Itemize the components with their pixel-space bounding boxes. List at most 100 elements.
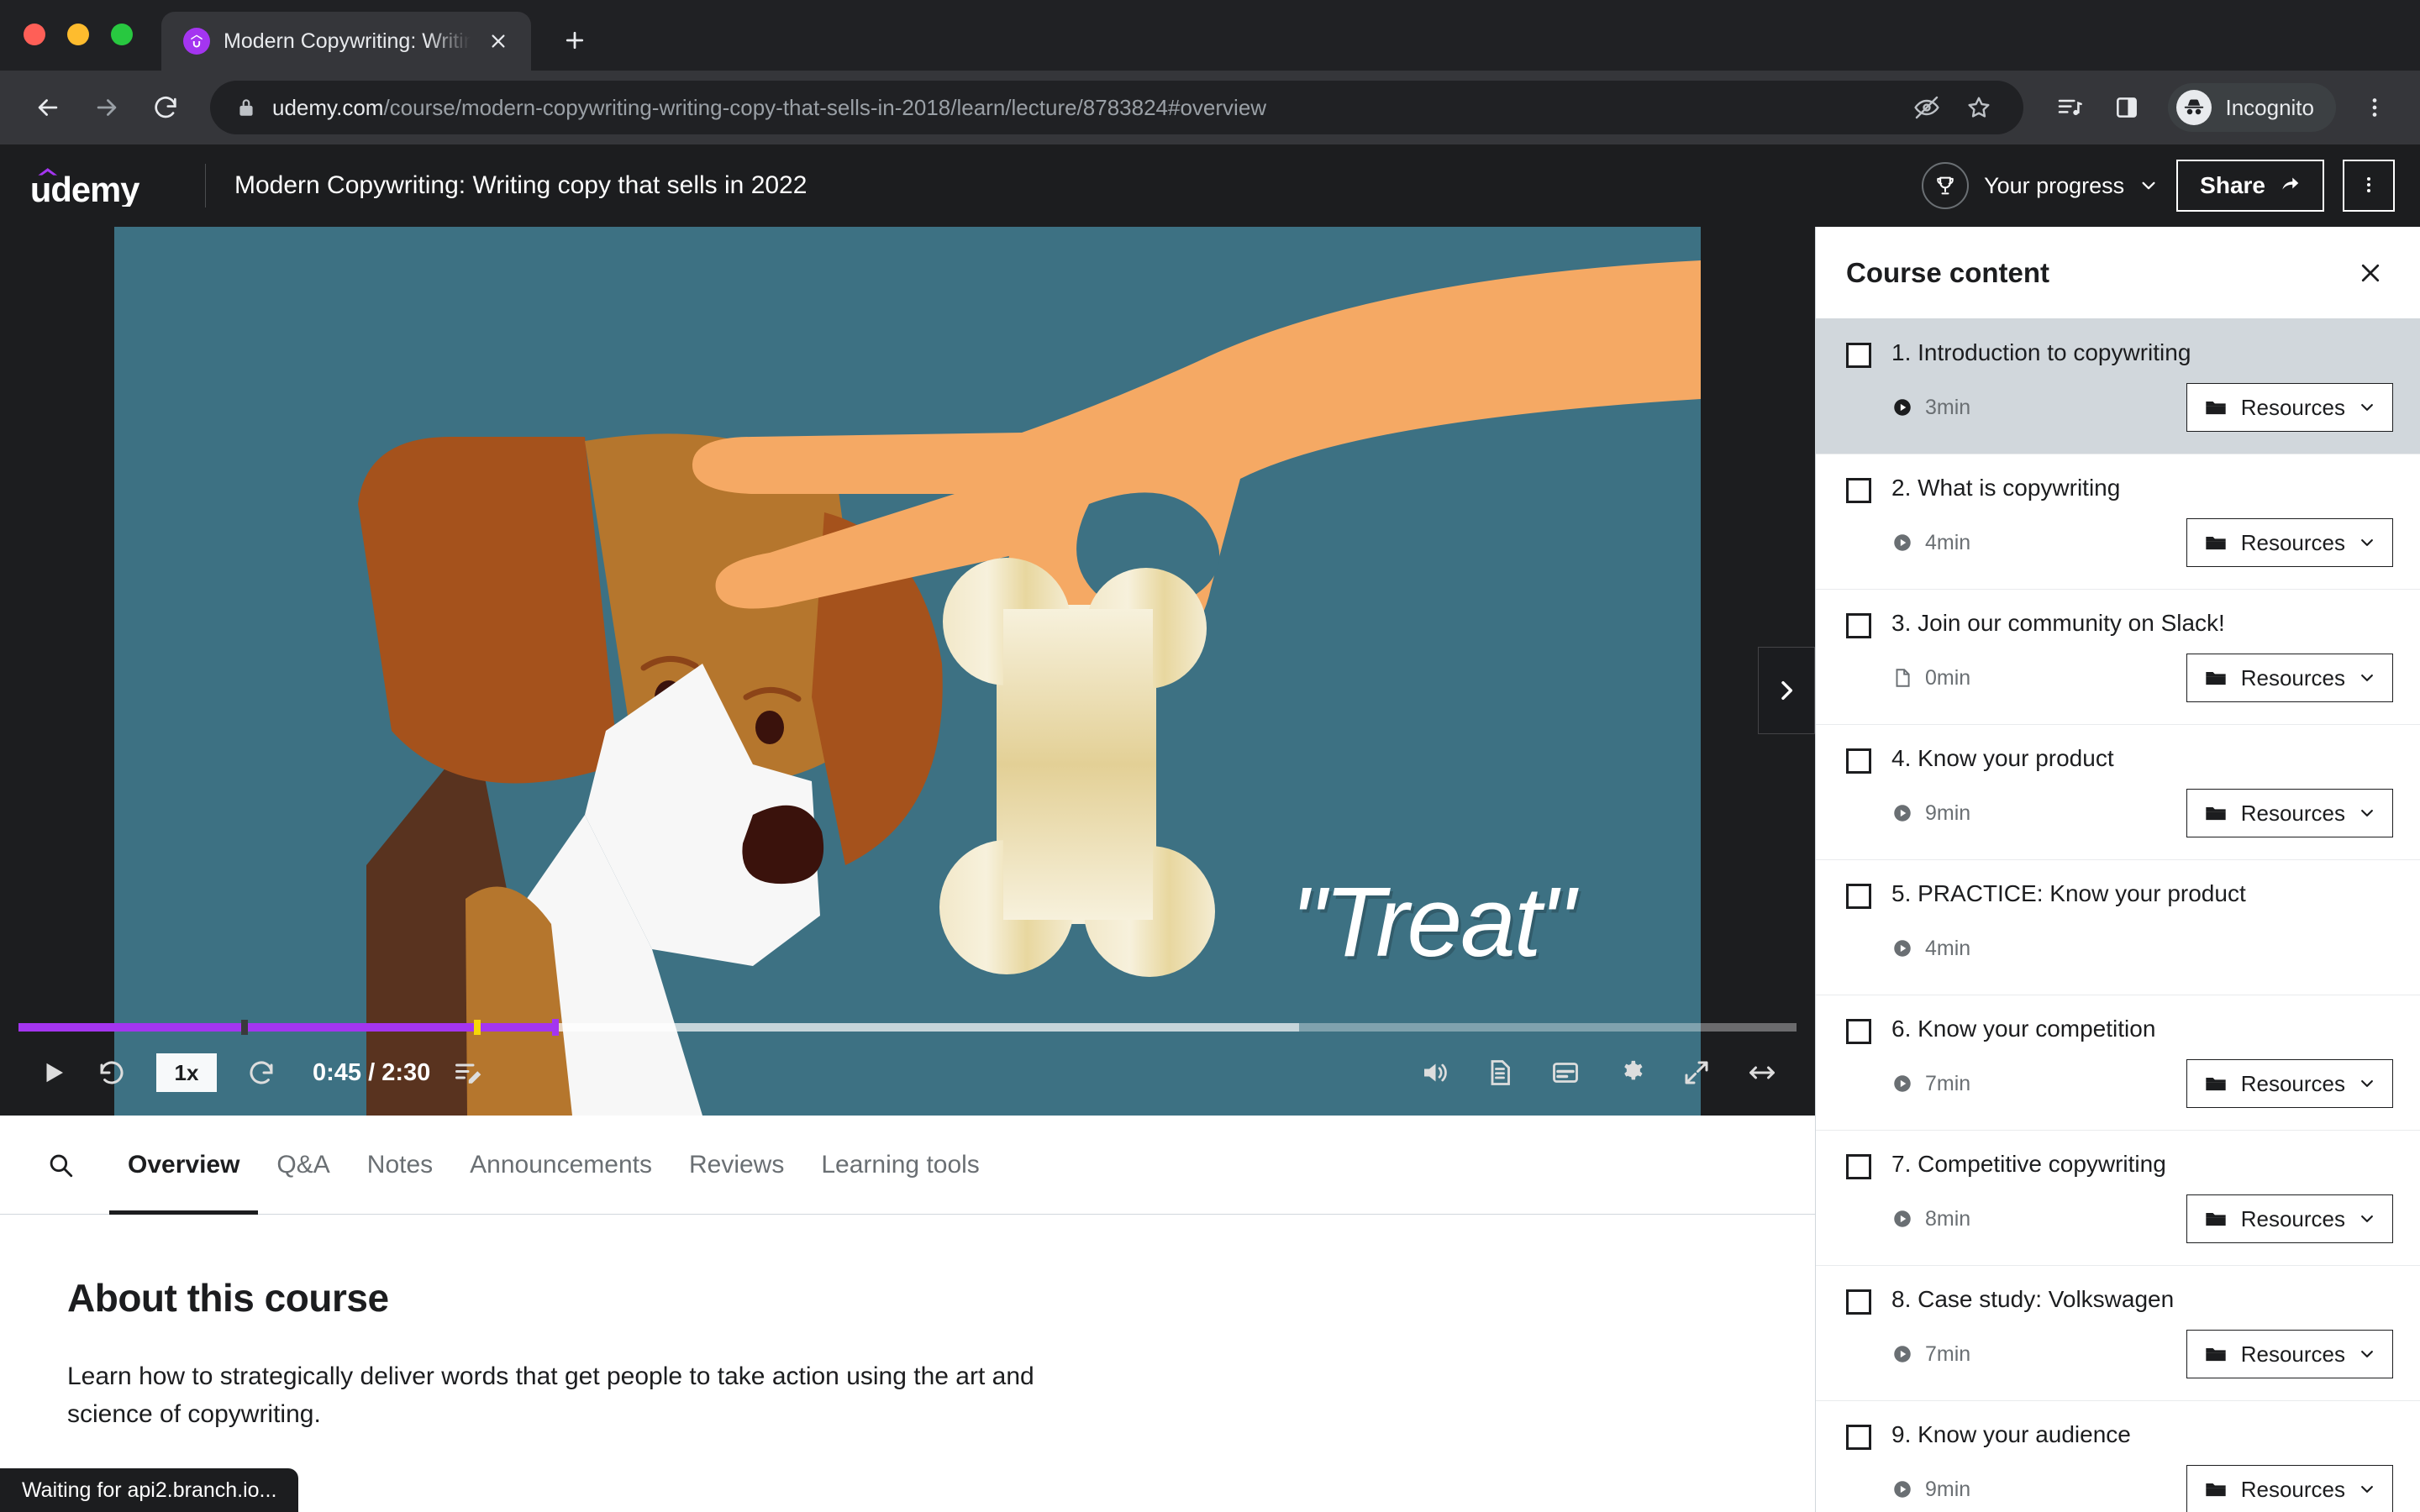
header-divider xyxy=(205,164,206,207)
address-bar[interactable]: udemy.com/course/modern-copywriting-writ… xyxy=(210,81,2024,134)
tab-notes[interactable]: Notes xyxy=(349,1116,451,1215)
close-window-button[interactable] xyxy=(24,24,45,45)
forward-icon[interactable] xyxy=(81,81,133,134)
lecture-duration-text: 7min xyxy=(1925,1341,1971,1366)
folder-icon xyxy=(2204,1207,2228,1231)
video-player[interactable]: "Treat" 1x 0:45 / 2:30 xyxy=(0,227,1815,1116)
course-content-list[interactable]: 1. Introduction to copywriting 3min Reso… xyxy=(1816,319,2420,1512)
lecture-title: 4. Know your product xyxy=(1891,745,2114,771)
lecture-duration-text: 0min xyxy=(1925,665,1971,690)
resources-button[interactable]: Resources xyxy=(2186,1194,2393,1243)
resources-button[interactable]: Resources xyxy=(2186,1059,2393,1108)
lecture-duration-text: 4min xyxy=(1925,936,1971,960)
hide-password-icon[interactable] xyxy=(1907,88,1946,127)
play-circle-icon xyxy=(1891,1208,1913,1230)
fullscreen-icon[interactable] xyxy=(1667,1043,1726,1102)
theater-mode-icon[interactable] xyxy=(1733,1043,1791,1102)
lecture-checkbox[interactable] xyxy=(1846,613,1871,638)
udemy-logo[interactable]: udemy xyxy=(29,165,180,207)
lecture-meta-row: 0min Resources xyxy=(1846,654,2393,702)
play-circle-icon xyxy=(1891,802,1913,824)
volume-icon[interactable] xyxy=(1405,1043,1464,1102)
lecture-checkbox[interactable] xyxy=(1846,1019,1871,1044)
list-item[interactable]: 2. What is copywriting 4min Resources xyxy=(1816,454,2420,590)
chrome-menu-icon[interactable] xyxy=(2351,84,2398,131)
window-traffic-lights xyxy=(24,24,161,71)
lecture-row: 9. Know your audience xyxy=(1846,1420,2393,1450)
scrubber-handle[interactable] xyxy=(551,1019,559,1036)
incognito-profile-chip[interactable]: Incognito xyxy=(2168,83,2336,132)
side-panel-icon[interactable] xyxy=(2102,83,2151,132)
video-scrubber[interactable] xyxy=(18,1019,1797,1036)
list-item[interactable]: 3. Join our community on Slack! 0min Res… xyxy=(1816,590,2420,725)
add-note-icon[interactable] xyxy=(439,1043,497,1102)
reading-list-icon[interactable] xyxy=(2045,83,2094,132)
tab-close-icon[interactable] xyxy=(484,27,513,55)
list-item[interactable]: 8. Case study: Volkswagen 7min Resources xyxy=(1816,1266,2420,1401)
lecture-title: 7. Competitive copywriting xyxy=(1891,1151,2166,1177)
playback-speed-button[interactable]: 1x xyxy=(156,1053,217,1092)
overview-panel: About this course Learn how to strategic… xyxy=(0,1215,1815,1433)
chevron-down-icon xyxy=(2359,534,2375,551)
lecture-meta-row: 9min Resources xyxy=(1846,789,2393,837)
lecture-checkbox[interactable] xyxy=(1846,884,1871,909)
resources-button[interactable]: Resources xyxy=(2186,789,2393,837)
resources-button[interactable]: Resources xyxy=(2186,383,2393,432)
settings-gear-icon[interactable] xyxy=(1602,1043,1660,1102)
tab-qa[interactable]: Q&A xyxy=(258,1116,348,1215)
lecture-duration-text: 3min xyxy=(1925,395,1971,419)
rewind-5-icon[interactable] xyxy=(82,1043,141,1102)
transcript-icon[interactable] xyxy=(1470,1043,1529,1102)
list-item[interactable]: 5. PRACTICE: Know your product 4min xyxy=(1816,860,2420,995)
resources-button[interactable]: Resources xyxy=(2186,518,2393,567)
your-progress-button[interactable]: Your progress xyxy=(1922,162,2158,209)
lecture-duration: 9min xyxy=(1891,801,1970,826)
lecture-meta-row: 9min Resources xyxy=(1846,1465,2393,1512)
search-icon[interactable] xyxy=(34,1138,87,1192)
course-more-options-button[interactable] xyxy=(2343,160,2395,212)
lecture-row: 7. Competitive copywriting xyxy=(1846,1149,2393,1179)
browser-tab[interactable]: Modern Copywriting: Writing c xyxy=(161,12,531,71)
lecture-title: 5. PRACTICE: Know your product xyxy=(1891,880,2246,906)
chevron-down-icon xyxy=(2359,399,2375,416)
browser-status-bar: Waiting for api2.branch.io... xyxy=(0,1468,299,1512)
browser-tab-strip: Modern Copywriting: Writing c xyxy=(0,0,2420,71)
lecture-row: 8. Case study: Volkswagen xyxy=(1846,1284,2393,1315)
forward-5-icon[interactable] xyxy=(232,1043,291,1102)
course-content-title: Course content xyxy=(1846,256,2050,288)
tab-overview[interactable]: Overview xyxy=(109,1116,259,1215)
reload-icon[interactable] xyxy=(139,81,192,134)
url-path: /course/modern-copywriting-writing-copy-… xyxy=(383,94,1267,120)
lecture-checkbox[interactable] xyxy=(1846,1154,1871,1179)
close-icon[interactable] xyxy=(2348,250,2393,296)
list-item[interactable]: 4. Know your product 9min Resources xyxy=(1816,725,2420,860)
captions-icon[interactable] xyxy=(1536,1043,1595,1102)
folder-icon xyxy=(2204,666,2228,690)
lecture-checkbox[interactable] xyxy=(1846,343,1871,368)
resources-button[interactable]: Resources xyxy=(2186,654,2393,702)
next-lecture-button[interactable] xyxy=(1758,647,1815,734)
new-tab-button[interactable] xyxy=(550,15,600,66)
minimize-window-button[interactable] xyxy=(67,24,89,45)
maximize-window-button[interactable] xyxy=(111,24,133,45)
lecture-duration: 7min xyxy=(1891,1072,1970,1096)
list-item[interactable]: 7. Competitive copywriting 8min Resource… xyxy=(1816,1131,2420,1266)
resources-button[interactable]: Resources xyxy=(2186,1465,2393,1512)
tab-learning-tools[interactable]: Learning tools xyxy=(802,1116,997,1215)
lecture-checkbox[interactable] xyxy=(1846,478,1871,503)
list-item[interactable]: 1. Introduction to copywriting 3min Reso… xyxy=(1816,319,2420,454)
share-button[interactable]: Share xyxy=(2176,160,2324,212)
resources-button[interactable]: Resources xyxy=(2186,1330,2393,1378)
lecture-checkbox[interactable] xyxy=(1846,1289,1871,1315)
bookmark-star-icon[interactable] xyxy=(1960,88,1998,127)
play-icon[interactable] xyxy=(24,1043,82,1102)
tab-announcements[interactable]: Announcements xyxy=(451,1116,671,1215)
tab-reviews[interactable]: Reviews xyxy=(671,1116,802,1215)
lecture-checkbox[interactable] xyxy=(1846,1425,1871,1450)
list-item[interactable]: 6. Know your competition 7min Resources xyxy=(1816,995,2420,1131)
chevron-down-icon xyxy=(2359,805,2375,822)
lecture-checkbox[interactable] xyxy=(1846,748,1871,774)
course-body: "Treat" 1x 0:45 / 2:30 Overview Q&A Note… xyxy=(0,227,2420,1512)
back-icon[interactable] xyxy=(22,81,74,134)
list-item[interactable]: 9. Know your audience 9min Resources xyxy=(1816,1401,2420,1512)
